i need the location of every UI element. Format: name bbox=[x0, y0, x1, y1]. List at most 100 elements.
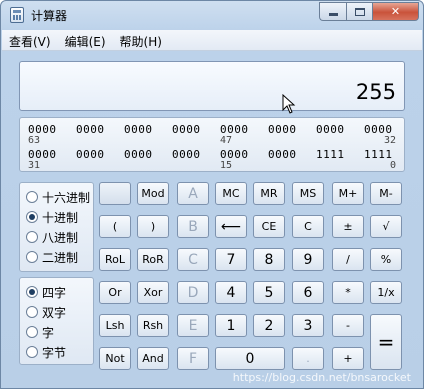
bit-nibble: 0000 bbox=[124, 123, 153, 136]
radio-button-icon bbox=[26, 346, 38, 358]
bit-index: 63 bbox=[28, 135, 41, 146]
calculator-app-icon bbox=[10, 7, 24, 23]
bit-nibble: 0000 bbox=[316, 123, 345, 136]
radio-dword[interactable]: 双字 bbox=[26, 304, 66, 320]
ce-button[interactable]: CE bbox=[253, 215, 285, 238]
mc-button[interactable]: MC bbox=[215, 182, 247, 205]
minimize-button[interactable] bbox=[319, 2, 346, 21]
radio-hex[interactable]: 十六进制 bbox=[26, 189, 90, 205]
minimize-icon bbox=[328, 13, 338, 16]
close-button[interactable]: ✕ bbox=[372, 2, 419, 21]
radio-button-icon bbox=[26, 286, 38, 298]
radio-label: 字 bbox=[42, 325, 55, 340]
digit-6-button[interactable]: 6 bbox=[292, 281, 324, 304]
radio-oct[interactable]: 八进制 bbox=[26, 229, 78, 245]
hex-c-button[interactable]: C bbox=[177, 248, 209, 271]
xor-button[interactable]: Xor bbox=[137, 281, 169, 304]
mr-button[interactable]: MR bbox=[253, 182, 285, 205]
menu-edit[interactable]: 编辑(E) bbox=[58, 30, 113, 50]
right-paren-button[interactable]: ) bbox=[137, 215, 169, 238]
maximize-button[interactable] bbox=[346, 2, 372, 21]
radio-button-icon bbox=[26, 306, 38, 318]
radio-byte[interactable]: 字节 bbox=[26, 344, 66, 360]
title-bar[interactable]: 计算器 ✕ bbox=[1, 1, 423, 29]
or-button[interactable]: Or bbox=[99, 281, 131, 304]
digit-5-button[interactable]: 5 bbox=[253, 281, 285, 304]
mouse-cursor-icon bbox=[282, 94, 296, 114]
hex-e-button[interactable]: E bbox=[177, 314, 209, 337]
radio-button-icon bbox=[26, 326, 38, 338]
bit-nibble: 0000 bbox=[268, 148, 297, 161]
menu-help[interactable]: 帮助(H) bbox=[113, 30, 169, 50]
bit-nibble: 1111 bbox=[316, 148, 345, 161]
digit-9-button[interactable]: 9 bbox=[292, 248, 324, 271]
bit-index: 0 bbox=[390, 160, 397, 171]
clear-button[interactable]: C bbox=[292, 215, 324, 238]
rsh-button[interactable]: Rsh bbox=[137, 314, 169, 337]
m-plus-button[interactable]: M+ bbox=[332, 182, 364, 205]
bit-nibble: 0000 bbox=[172, 123, 201, 136]
digit-1-button[interactable]: 1 bbox=[215, 314, 247, 337]
window-title: 计算器 bbox=[31, 9, 68, 23]
bit-index: 31 bbox=[28, 160, 41, 171]
equals-button[interactable]: = bbox=[370, 314, 402, 370]
sqrt-button[interactable]: √ bbox=[370, 215, 402, 238]
blank-button[interactable] bbox=[99, 182, 131, 205]
plus-minus-button[interactable]: ± bbox=[332, 215, 364, 238]
bit-row-low: 0000 0000 0000 0000 0000 0000 1111 1111 bbox=[28, 148, 396, 161]
digit-8-button[interactable]: 8 bbox=[253, 248, 285, 271]
radio-bin[interactable]: 二进制 bbox=[26, 249, 78, 265]
number-base-group: 十六进制 十进制 八进制 二进制 bbox=[19, 182, 94, 272]
hex-b-button[interactable]: B bbox=[177, 215, 209, 238]
bit-index: 32 bbox=[384, 135, 397, 146]
subtract-button[interactable]: - bbox=[332, 314, 364, 337]
result-display: 255 bbox=[19, 61, 405, 114]
binary-bit-display: 0000 0000 0000 0000 0000 0000 0000 0000 … bbox=[19, 117, 405, 172]
calculator-window: 计算器 ✕ 查看(V) 编辑(E) 帮助(H) 255 0000 0000 00… bbox=[0, 0, 424, 389]
rol-button[interactable]: RoL bbox=[99, 248, 131, 271]
multiply-button[interactable]: * bbox=[332, 281, 364, 304]
digit-7-button[interactable]: 7 bbox=[215, 248, 247, 271]
lsh-button[interactable]: Lsh bbox=[99, 314, 131, 337]
watermark-text: https://blog.csdn.net/bnsarocket bbox=[232, 371, 411, 384]
digit-3-button[interactable]: 3 bbox=[292, 314, 324, 337]
bit-nibble: 0000 bbox=[76, 123, 105, 136]
radio-label: 十六进制 bbox=[42, 190, 91, 205]
display-value: 255 bbox=[355, 80, 396, 104]
menu-bar: 查看(V) 编辑(E) 帮助(H) bbox=[2, 30, 422, 51]
digit-0-button[interactable]: 0 bbox=[215, 347, 285, 370]
close-icon: ✕ bbox=[390, 5, 401, 18]
menu-view[interactable]: 查看(V) bbox=[2, 30, 58, 50]
radio-label: 八进制 bbox=[42, 230, 79, 245]
ror-button[interactable]: RoR bbox=[137, 248, 169, 271]
radio-label: 双字 bbox=[42, 305, 67, 320]
radio-label: 二进制 bbox=[42, 250, 79, 265]
divide-button[interactable]: / bbox=[332, 248, 364, 271]
hex-d-button[interactable]: D bbox=[177, 281, 209, 304]
radio-qword[interactable]: 四字 bbox=[26, 284, 66, 300]
backspace-button[interactable]: ⟵ bbox=[215, 215, 247, 238]
bit-nibble: 0000 bbox=[124, 148, 153, 161]
digit-4-button[interactable]: 4 bbox=[215, 281, 247, 304]
percent-button[interactable]: % bbox=[370, 248, 402, 271]
radio-label: 四字 bbox=[42, 285, 67, 300]
add-button[interactable]: + bbox=[332, 347, 364, 370]
bit-row-high: 0000 0000 0000 0000 0000 0000 0000 0000 bbox=[28, 123, 396, 136]
mod-button[interactable]: Mod bbox=[137, 182, 169, 205]
left-paren-button[interactable]: ( bbox=[99, 215, 131, 238]
decimal-button[interactable]: . bbox=[292, 347, 324, 370]
hex-f-button[interactable]: F bbox=[177, 347, 209, 370]
not-button[interactable]: Not bbox=[99, 347, 131, 370]
bit-nibble: 0000 bbox=[172, 148, 201, 161]
radio-label: 十进制 bbox=[42, 210, 79, 225]
hex-a-button[interactable]: A bbox=[177, 182, 209, 205]
digit-2-button[interactable]: 2 bbox=[253, 314, 285, 337]
radio-word[interactable]: 字 bbox=[26, 324, 54, 340]
ms-button[interactable]: MS bbox=[292, 182, 324, 205]
radio-dec[interactable]: 十进制 bbox=[26, 209, 78, 225]
m-minus-button[interactable]: M- bbox=[370, 182, 402, 205]
and-button[interactable]: And bbox=[137, 347, 169, 370]
bit-nibble: 0000 bbox=[268, 123, 297, 136]
word-size-group: 四字 双字 字 字节 bbox=[19, 277, 94, 365]
reciprocal-button[interactable]: 1/x bbox=[370, 281, 402, 304]
